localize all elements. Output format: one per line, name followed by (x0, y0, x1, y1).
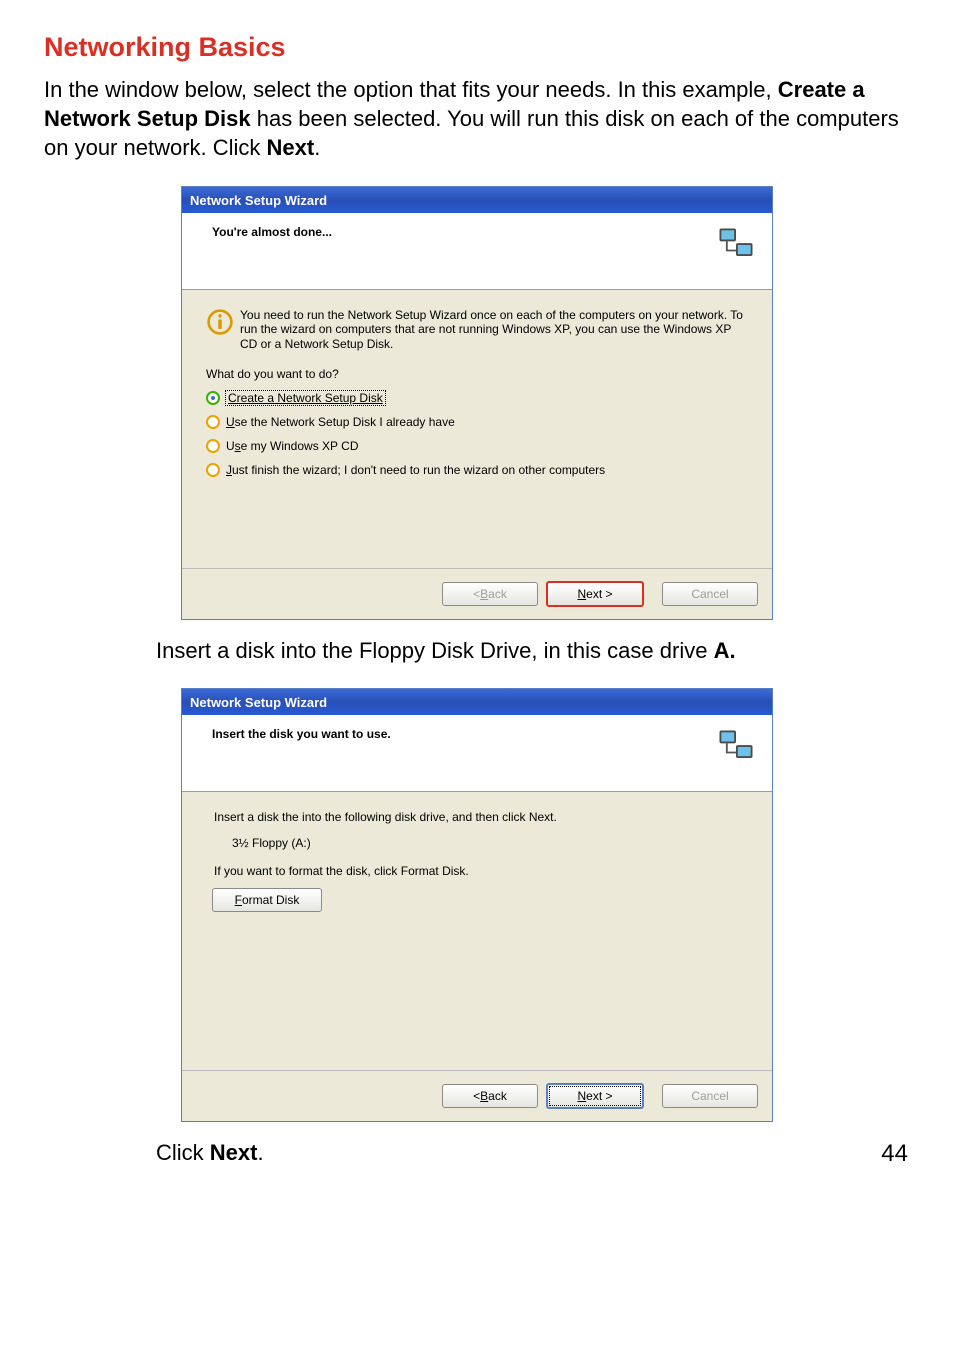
intro-part3: . (314, 135, 320, 160)
format-disk-button[interactable]: Format Disk (212, 888, 322, 912)
cancel-button: Cancel (662, 1084, 758, 1108)
wizard2-content: Insert a disk the into the following dis… (182, 792, 772, 1070)
wizard1-content: You need to run the Network Setup Wizard… (182, 290, 772, 568)
wizard2-drive: 3½ Floppy (A:) (232, 836, 748, 850)
mid-instruction: Insert a disk into the Floppy Disk Drive… (156, 638, 910, 664)
wizard2-button-bar: < Back Next > Cancel (182, 1070, 772, 1121)
network-icon (714, 223, 758, 267)
wizard1-header: You're almost done... (182, 213, 772, 290)
wizard-dialog-2: Network Setup Wizard Insert the disk you… (181, 688, 773, 1122)
intro-part1: In the window below, select the option t… (44, 77, 778, 102)
wizard1-button-bar: < Back Next > Cancel (182, 568, 772, 619)
back-button[interactable]: < Back (442, 1084, 538, 1108)
next-button[interactable]: Next > (546, 581, 644, 607)
radio-use-xp-cd-label: Use my Windows XP CD (226, 439, 358, 453)
wizard-dialog-1: Network Setup Wizard You're almost done.… (181, 186, 773, 620)
page-number: 44 (44, 1140, 910, 1168)
intro-bold2: Next (267, 135, 315, 160)
next-button[interactable]: Next > (546, 1083, 644, 1109)
radio-just-finish-label: Just finish the wizard; I don't need to … (226, 463, 605, 477)
wizard2-line2: If you want to format the disk, click Fo… (214, 864, 748, 878)
radio-just-finish[interactable]: Just finish the wizard; I don't need to … (206, 463, 748, 477)
radio-create-disk[interactable]: Create a Network Setup Disk (206, 391, 748, 405)
network-icon (714, 725, 758, 769)
wizard2-header: Insert the disk you want to use. (182, 715, 772, 792)
wizard1-info-text: You need to run the Network Setup Wizard… (240, 308, 748, 351)
wizard1-title: Network Setup Wizard (190, 193, 327, 208)
radio-empty-icon (206, 439, 220, 453)
wizard1-question: What do you want to do? (206, 367, 748, 381)
midtext-part1: Insert a disk into the Floppy Disk Drive… (156, 638, 714, 663)
wizard2-heading: Insert the disk you want to use. (212, 725, 391, 741)
radio-use-existing-label: Use the Network Setup Disk I already hav… (226, 415, 455, 429)
back-button: < Back (442, 582, 538, 606)
radio-empty-icon (206, 415, 220, 429)
radio-use-xp-cd[interactable]: Use my Windows XP CD (206, 439, 748, 453)
wizard1-titlebar: Network Setup Wizard (182, 187, 772, 213)
wizard2-line1: Insert a disk the into the following dis… (214, 810, 748, 824)
radio-selected-icon (206, 391, 220, 405)
wizard1-heading: You're almost done... (212, 223, 332, 239)
intro-paragraph: In the window below, select the option t… (44, 75, 910, 162)
section-title: Networking Basics (44, 32, 910, 63)
midtext-bold: A. (714, 638, 736, 663)
radio-create-disk-label: Create a Network Setup Disk (226, 391, 385, 405)
cancel-button: Cancel (662, 582, 758, 606)
wizard2-titlebar: Network Setup Wizard (182, 689, 772, 715)
radio-use-existing-disk[interactable]: Use the Network Setup Disk I already hav… (206, 415, 748, 429)
wizard2-title: Network Setup Wizard (190, 695, 327, 710)
info-icon (206, 308, 234, 336)
radio-empty-icon (206, 463, 220, 477)
